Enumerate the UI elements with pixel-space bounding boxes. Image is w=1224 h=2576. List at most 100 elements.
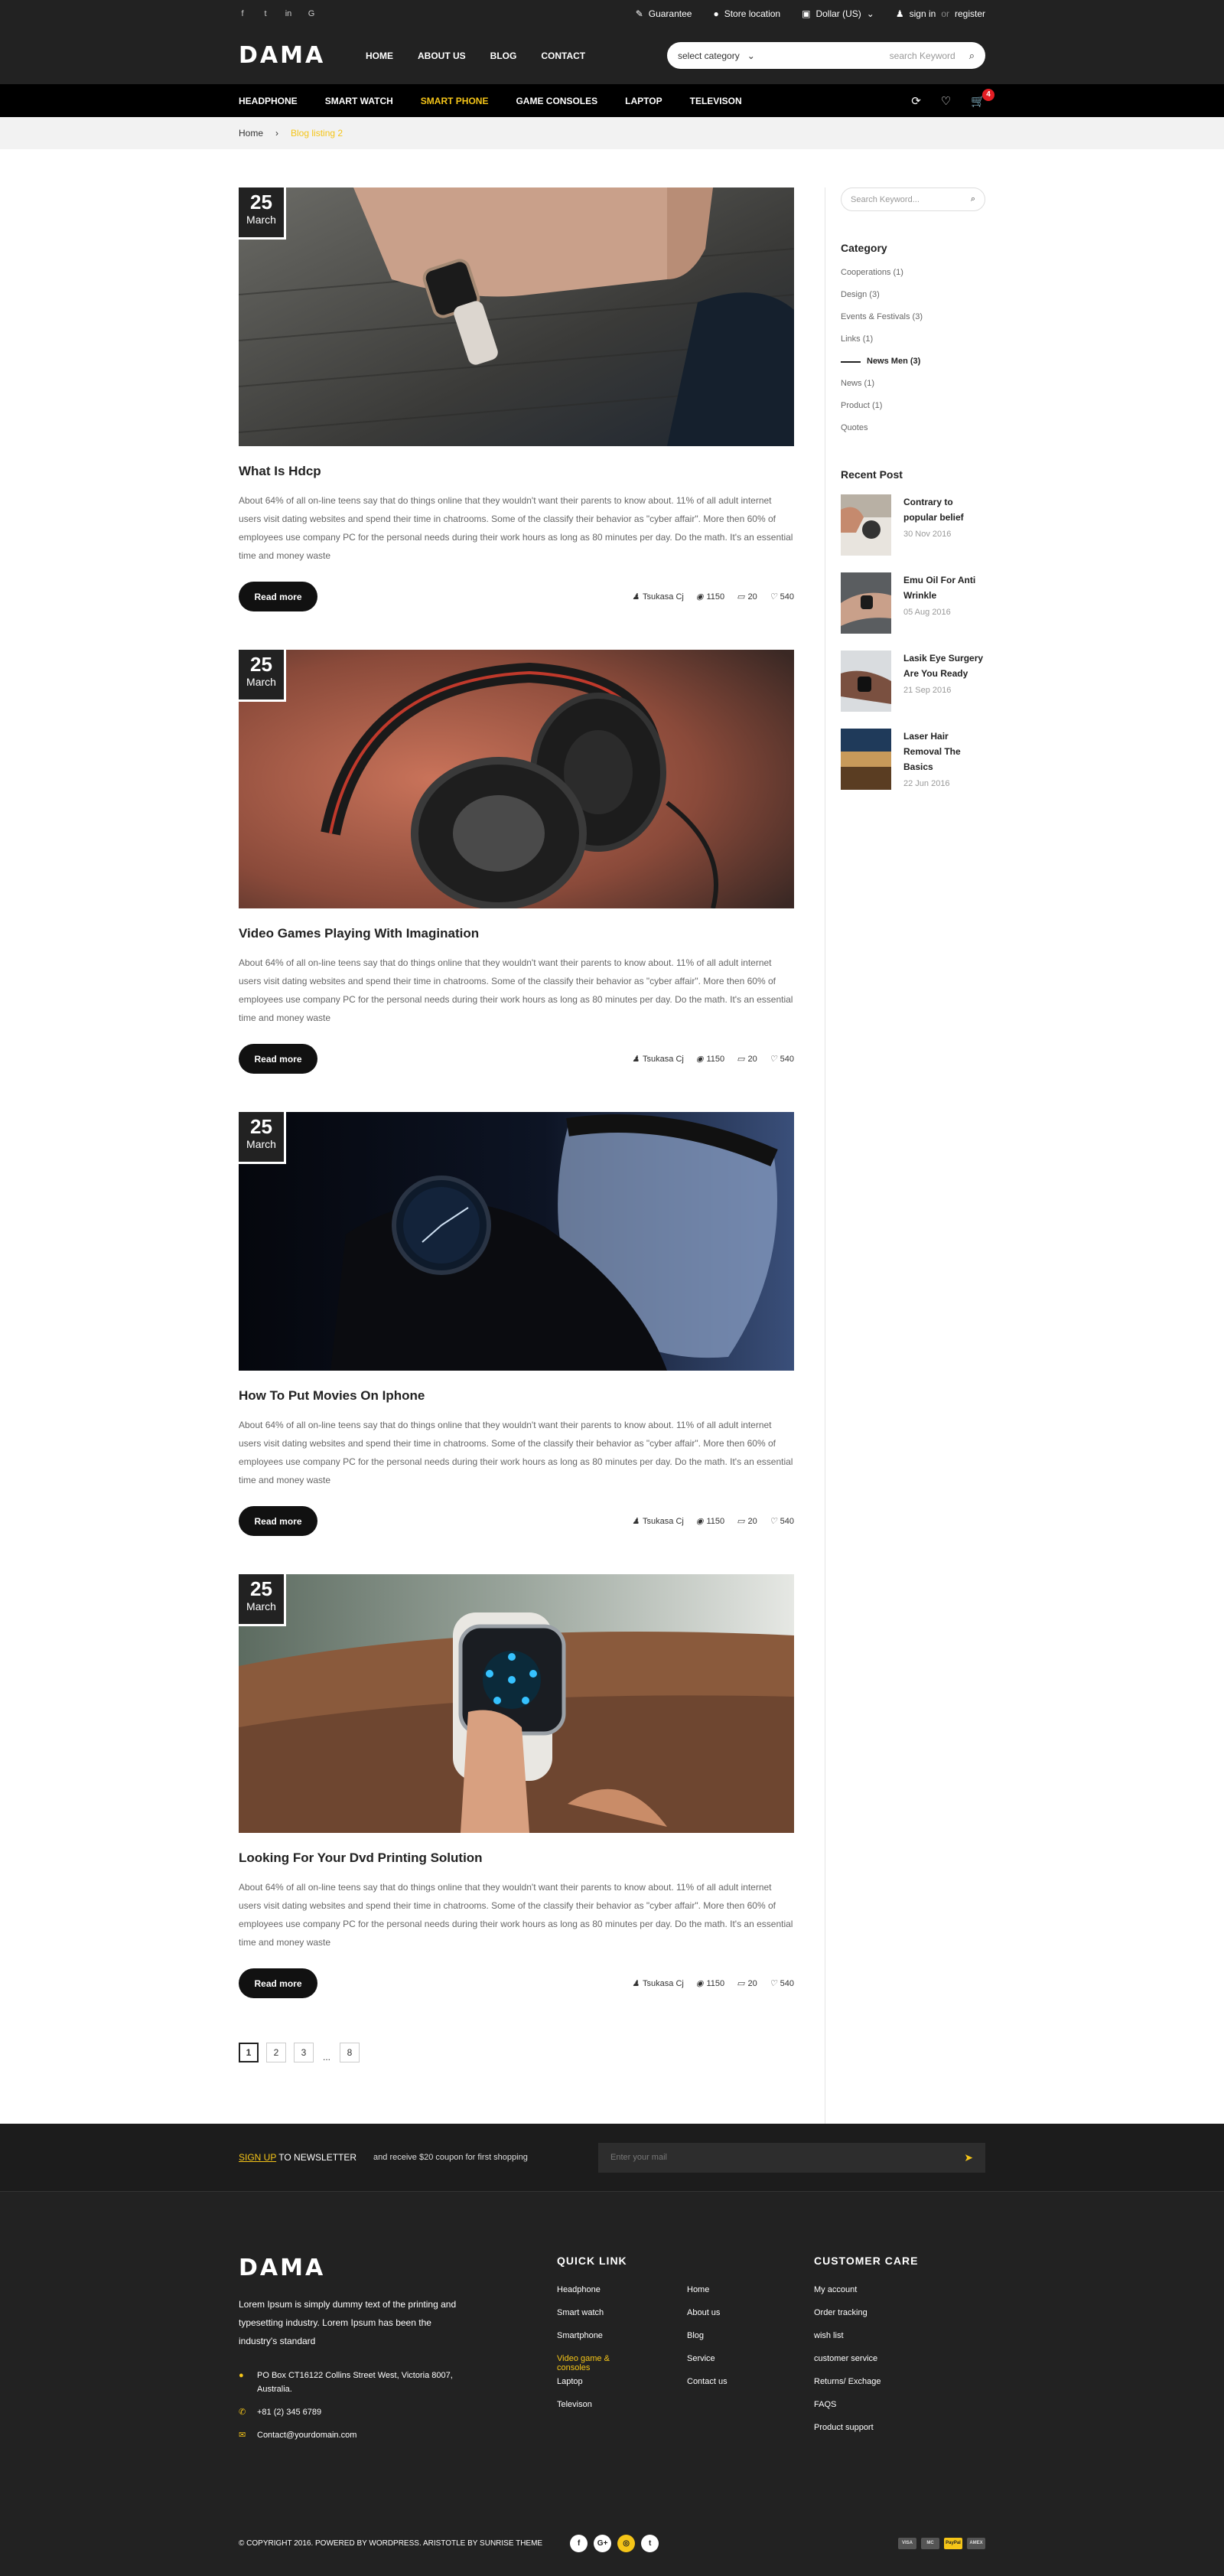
instagram-icon[interactable]: in [285, 9, 292, 18]
recent-post-thumbnail[interactable] [841, 494, 891, 556]
footer-link[interactable]: Televison [557, 2400, 641, 2423]
footer-link[interactable]: Video game & consoles [557, 2354, 641, 2377]
category-item[interactable]: Design (3) [841, 290, 985, 312]
catnav-headphone[interactable]: HEADPHONE [239, 96, 298, 106]
newsletter-email-input[interactable]: Enter your mail ➤ [598, 2142, 985, 2173]
facebook-icon[interactable]: f [570, 2534, 588, 2552]
post-image[interactable]: 25 March [239, 1112, 794, 1371]
page-1[interactable]: 1 [239, 2043, 259, 2062]
post-image[interactable]: 25 March [239, 187, 794, 446]
google-plus-icon[interactable]: G+ [594, 2534, 612, 2552]
recent-post-thumbnail[interactable] [841, 651, 891, 712]
post-title[interactable]: How To Put Movies On Iphone [239, 1388, 794, 1404]
post-likes[interactable]: ♡ 540 [770, 1978, 794, 1989]
compare-icon[interactable]: ⟳ [911, 94, 921, 108]
read-more-button[interactable]: Read more [239, 1506, 317, 1536]
footer-link[interactable]: Returns/ Exchage [814, 2377, 881, 2400]
read-more-button[interactable]: Read more [239, 1968, 317, 1998]
sidebar-search-input[interactable]: Search Keyword... ⌕ [841, 187, 985, 211]
site-logo[interactable]: DAMA [239, 42, 366, 69]
breadcrumb-home[interactable]: Home [239, 128, 263, 139]
page-8[interactable]: 8 [340, 2043, 360, 2062]
catnav-television[interactable]: TELEVISON [690, 96, 742, 106]
post-author[interactable]: ♟ Tsukasa Cj [632, 1516, 684, 1527]
page-3[interactable]: 3 [294, 2043, 314, 2062]
footer-link[interactable]: customer service [814, 2354, 881, 2377]
nav-contact[interactable]: CONTACT [541, 51, 585, 61]
post-likes[interactable]: ♡ 540 [770, 1054, 794, 1065]
post-image[interactable]: 25 March [239, 650, 794, 908]
register-link[interactable]: register [955, 8, 985, 19]
post-title[interactable]: What Is Hdcp [239, 464, 794, 479]
footer-link[interactable]: Smartphone [557, 2331, 641, 2354]
post-likes[interactable]: ♡ 540 [770, 592, 794, 602]
post-comments[interactable]: ▭ 20 [737, 1054, 757, 1065]
guarantee-link[interactable]: ✎ Guarantee [636, 8, 692, 19]
recent-post-thumbnail[interactable] [841, 729, 891, 790]
dribbble-icon[interactable]: ◎ [617, 2534, 636, 2552]
category-item[interactable]: Quotes [841, 423, 985, 445]
recent-post[interactable]: Emu Oil For Anti Wrinkle 05 Aug 2016 [841, 572, 985, 634]
footer-link[interactable]: Contact us [687, 2377, 728, 2400]
nav-blog[interactable]: BLOG [490, 51, 517, 61]
recent-post[interactable]: Contrary to popular belief 30 Nov 2016 [841, 494, 985, 556]
post-title[interactable]: Looking For Your Dvd Printing Solution [239, 1850, 794, 1866]
recent-post[interactable]: Lasik Eye Surgery Are You Ready 21 Sep 20… [841, 651, 985, 712]
google-icon[interactable]: G [308, 9, 315, 18]
signin-link[interactable]: sign in [910, 8, 936, 19]
signup-link[interactable]: SIGN UP [239, 2152, 276, 2163]
post-author[interactable]: ♟ Tsukasa Cj [632, 1054, 684, 1065]
footer-link[interactable]: Home [687, 2285, 728, 2308]
category-select[interactable]: select category ⌄ [678, 51, 770, 61]
nav-home[interactable]: HOME [366, 51, 393, 61]
catnav-laptop[interactable]: LAPTOP [625, 96, 662, 106]
footer-link[interactable]: wish list [814, 2331, 881, 2354]
category-item[interactable]: Cooperations (1) [841, 268, 985, 290]
twitter-icon[interactable]: t [641, 2534, 659, 2552]
footer-link[interactable]: FAQS [814, 2400, 881, 2423]
post-comments[interactable]: ▭ 20 [737, 1978, 757, 1989]
category-item[interactable]: News (1) [841, 379, 985, 401]
footer-link[interactable]: Laptop [557, 2377, 641, 2400]
footer-link[interactable]: Blog [687, 2331, 728, 2354]
footer-link[interactable]: About us [687, 2308, 728, 2331]
category-item[interactable]: Events & Festivals (3) [841, 312, 985, 334]
store-location-link[interactable]: ● Store location [713, 8, 780, 19]
footer-link[interactable]: Order tracking [814, 2308, 881, 2331]
footer-link[interactable]: Product support [814, 2423, 881, 2446]
search-icon[interactable]: ⌕ [969, 50, 975, 62]
footer-link[interactable]: Headphone [557, 2285, 641, 2308]
post-author[interactable]: ♟ Tsukasa Cj [632, 1978, 684, 1989]
footer-phone[interactable]: +81 (2) 345 6789 [257, 2405, 321, 2419]
read-more-button[interactable]: Read more [239, 582, 317, 611]
facebook-icon[interactable]: f [239, 9, 246, 18]
search-input[interactable]: search Keyword [890, 51, 955, 61]
wishlist-heart-icon[interactable]: ♡ [941, 94, 951, 108]
post-title[interactable]: Video Games Playing With Imagination [239, 926, 794, 941]
category-item[interactable]: Product (1) [841, 401, 985, 423]
nav-about[interactable]: ABOUT US [418, 51, 466, 61]
footer-link[interactable]: Smart watch [557, 2308, 641, 2331]
twitter-icon[interactable]: t [262, 9, 269, 18]
search-icon[interactable]: ⌕ [971, 194, 975, 204]
recent-post[interactable]: Laser Hair Removal The Basics 22 Jun 2016 [841, 729, 985, 790]
catnav-smart-watch[interactable]: SMART WATCH [325, 96, 393, 106]
footer-logo[interactable]: DAMA [239, 2255, 366, 2281]
post-likes[interactable]: ♡ 540 [770, 1516, 794, 1527]
post-author[interactable]: ♟ Tsukasa Cj [632, 592, 684, 602]
post-comments[interactable]: ▭ 20 [737, 1516, 757, 1527]
cart-icon[interactable]: 🛒 4 [971, 88, 994, 108]
post-comments[interactable]: ▭ 20 [737, 592, 757, 602]
footer-link[interactable]: My account [814, 2285, 881, 2308]
post-image[interactable]: 25 March [239, 1574, 794, 1833]
send-icon[interactable]: ➤ [964, 2151, 973, 2164]
page-2[interactable]: 2 [266, 2043, 286, 2062]
catnav-smart-phone[interactable]: SMART PHONE [421, 96, 489, 106]
recent-post-thumbnail[interactable] [841, 572, 891, 634]
category-item[interactable]: Links (1) [841, 334, 985, 357]
catnav-game-consoles[interactable]: GAME CONSOLES [516, 96, 597, 106]
footer-email[interactable]: Contact@yourdomain.com [257, 2428, 356, 2442]
footer-link[interactable]: Service [687, 2354, 728, 2377]
category-item-selected[interactable]: News Men (3) [841, 357, 985, 379]
currency-select[interactable]: ▣ Dollar (US) ⌄ [802, 8, 874, 19]
